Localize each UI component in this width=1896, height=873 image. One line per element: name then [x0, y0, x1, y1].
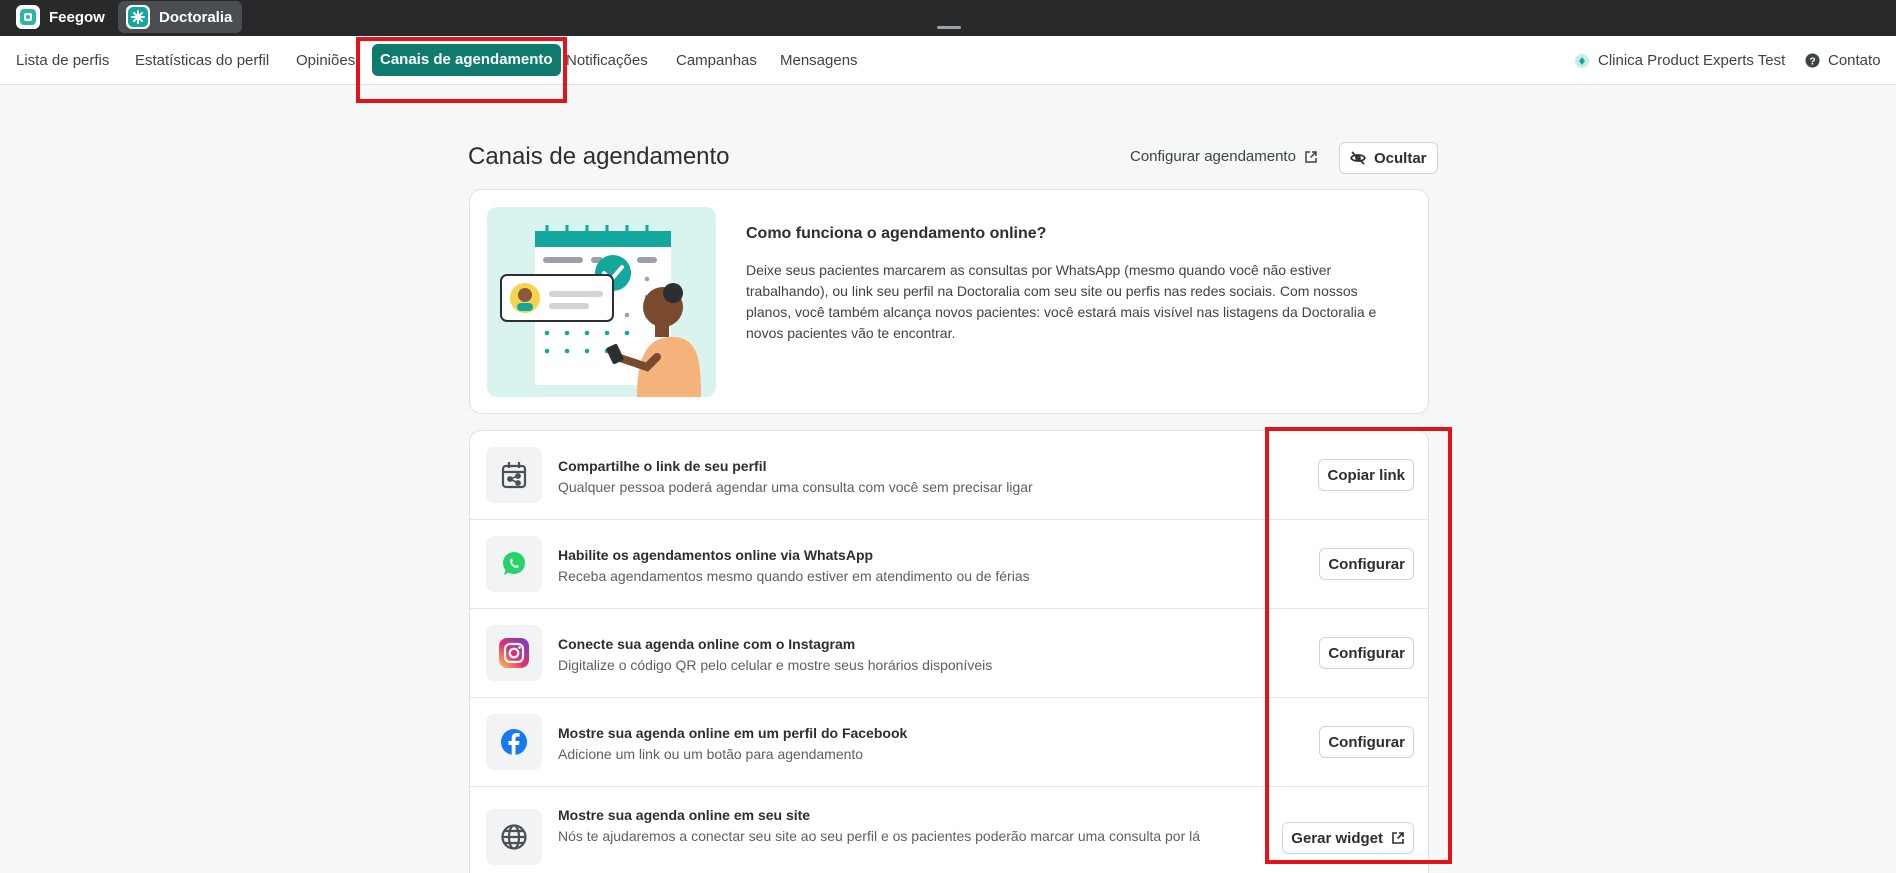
nav-item-opinioes[interactable]: Opiniões [296, 36, 355, 85]
gerar-widget-label: Gerar widget [1291, 829, 1383, 847]
configurar-instagram-button[interactable]: Configurar [1319, 637, 1414, 669]
copiar-link-button[interactable]: Copiar link [1318, 459, 1414, 491]
info-title: Como funciona o agendamento online? [746, 225, 1047, 242]
info-card: Como funciona o agendamento online? Deix… [469, 189, 1429, 414]
channels-list: Compartilhe o link de seu perfil Qualque… [469, 430, 1429, 873]
channel-subtitle: Digitalize o código QR pelo celular e mo… [558, 657, 993, 673]
channel-subtitle: Receba agendamentos mesmo quando estiver… [558, 568, 1030, 584]
ocultar-button[interactable]: Ocultar [1339, 142, 1438, 174]
info-text: Deixe seus pacientes marcarem as consult… [746, 262, 1377, 341]
eye-off-icon [1350, 151, 1366, 165]
channel-title: Mostre sua agenda online em um perfil do… [558, 725, 908, 741]
list-item: Compartilhe o link de seu perfil Qualque… [470, 431, 1428, 520]
list-item: Mostre sua agenda online em seu site Nós… [470, 787, 1428, 873]
app-tab-label: Feegow [49, 8, 105, 26]
nav-item-mensagens[interactable]: Mensagens [780, 36, 858, 85]
channel-title: Conecte sua agenda online com o Instagra… [558, 636, 856, 652]
contact-label: Contato [1828, 52, 1881, 69]
config-link-label: Configurar agendamento [1130, 148, 1296, 165]
channel-subtitle: Adicione um link ou um botão para agenda… [558, 746, 864, 762]
nav-item-estatisticas[interactable]: Estatísticas do perfil [135, 36, 269, 85]
svg-text:?: ? [1809, 56, 1815, 67]
channel-subtitle: Nós te ajudaremos a conectar seu site ao… [558, 828, 1201, 844]
calendar-share-icon [486, 447, 542, 503]
nav-item-notificacoes[interactable]: Notificações [566, 36, 648, 85]
whatsapp-icon [486, 536, 542, 592]
channel-subtitle: Qualquer pessoa poderá agendar uma consu… [558, 479, 1033, 495]
page-title: Canais de agendamento [468, 143, 730, 170]
help-icon: ? [1805, 53, 1820, 68]
app-tab-feegow[interactable]: Feegow [0, 1, 115, 33]
gerar-widget-button[interactable]: Gerar widget [1282, 822, 1414, 854]
nav-item-campanhas[interactable]: Campanhas [676, 36, 757, 85]
doctoralia-logo-icon [126, 5, 150, 29]
app-tab-label: Doctoralia [159, 8, 233, 26]
list-item: Mostre sua agenda online em um perfil do… [470, 698, 1428, 787]
channel-title: Compartilhe o link de seu perfil [558, 458, 767, 474]
clinic-selector[interactable]: Clinica Product Experts Test [1574, 36, 1785, 85]
contact-link[interactable]: ? Contato [1805, 36, 1881, 85]
app-tab-doctoralia[interactable]: Doctoralia [118, 1, 243, 33]
main-nav: Lista de perfis Estatísticas do perfil O… [0, 36, 1896, 85]
channel-title: Habilite os agendamentos online via What… [558, 547, 874, 563]
instagram-icon [486, 625, 542, 681]
list-item: Habilite os agendamentos online via What… [470, 520, 1428, 609]
list-item: Conecte sua agenda online com o Instagra… [470, 609, 1428, 698]
external-link-icon [1392, 832, 1404, 844]
clinic-logo-icon [1575, 53, 1589, 68]
nav-item-lista-de-perfis[interactable]: Lista de perfis [16, 36, 109, 85]
globe-icon [486, 809, 542, 865]
configurar-facebook-button[interactable]: Configurar [1319, 726, 1414, 758]
external-link-icon [1305, 150, 1317, 163]
ocultar-label: Ocultar [1374, 149, 1427, 167]
calendar-illustration [487, 207, 716, 397]
configurar-whatsapp-button[interactable]: Configurar [1319, 548, 1414, 580]
feegow-logo-icon [16, 5, 40, 29]
channel-title: Mostre sua agenda online em seu site [558, 807, 811, 823]
nav-item-canais-de-agendamento[interactable]: Canais de agendamento [372, 44, 561, 76]
facebook-icon [486, 714, 542, 770]
drag-handle[interactable] [937, 26, 961, 29]
clinic-name: Clinica Product Experts Test [1598, 52, 1786, 69]
configurar-agendamento-link[interactable]: Configurar agendamento [1130, 148, 1318, 165]
app-switcher-bar: Feegow Doctoralia [0, 0, 1896, 36]
